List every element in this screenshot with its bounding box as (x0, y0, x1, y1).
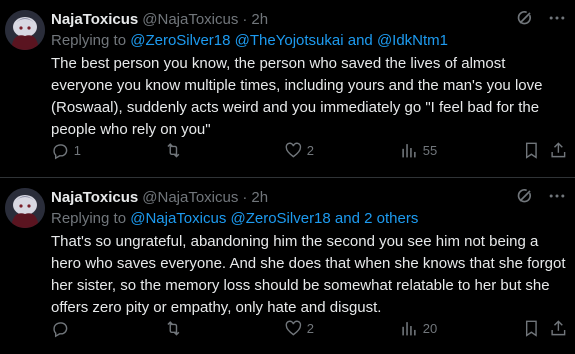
timestamp[interactable]: 2h (251, 11, 268, 28)
heart-icon (285, 320, 302, 336)
bookmark-icon (525, 320, 537, 337)
share-button[interactable] (549, 141, 568, 160)
more-icon[interactable] (547, 8, 567, 28)
reply-icon (53, 322, 68, 338)
timestamp[interactable]: 2h (251, 189, 268, 206)
replying-to-label: Replying to (51, 32, 127, 49)
like-button[interactable]: 2 (284, 141, 314, 160)
bookmark-button[interactable] (522, 319, 541, 338)
views-button[interactable]: 20 (400, 319, 437, 338)
avatar[interactable] (5, 188, 45, 228)
view-count: 20 (422, 320, 438, 336)
views-icon (402, 144, 416, 158)
tweet-text: That's so ungrateful, abandoning him the… (51, 233, 566, 316)
separator-dot: · (242, 10, 248, 28)
replying-to: Replying to @NajaToxicus @ZeroSilver18 a… (51, 208, 567, 230)
avatar[interactable] (5, 10, 45, 50)
reply-button[interactable] (51, 319, 74, 338)
share-icon (551, 142, 566, 158)
bookmark-icon (525, 142, 537, 159)
reply-icon (53, 144, 68, 160)
reply-count: 1 (73, 142, 81, 158)
tweet-actions: 1 2 55 (51, 141, 567, 161)
share-icon (551, 320, 566, 336)
display-name[interactable]: NajaToxicus (51, 11, 138, 28)
like-button[interactable]: 2 (284, 319, 314, 338)
tweet-header: NajaToxicus @NajaToxicus · 2h (51, 8, 567, 30)
like-count: 2 (306, 142, 314, 158)
mention-link[interactable]: @ZeroSilver18 (130, 32, 230, 49)
like-count: 2 (306, 320, 314, 336)
retweet-icon (167, 143, 180, 158)
retweet-button[interactable] (164, 319, 187, 338)
tweet-header: NajaToxicus @NajaToxicus · 2h (51, 186, 567, 208)
views-button[interactable]: 55 (400, 141, 437, 160)
reply-button[interactable]: 1 (51, 141, 81, 160)
retweet-button[interactable] (164, 141, 187, 160)
grok-icon[interactable] (515, 8, 535, 28)
user-handle[interactable]: @NajaToxicus (142, 11, 238, 28)
tweet[interactable]: NajaToxicus @NajaToxicus · 2h Replying t… (0, 177, 575, 354)
mention-link[interactable]: @ZeroSilver18 (230, 210, 330, 227)
and-label[interactable]: and (348, 32, 373, 49)
replying-to-label: Replying to (51, 210, 127, 227)
retweet-icon (167, 321, 180, 336)
views-icon (402, 322, 416, 336)
separator-dot: · (242, 188, 248, 206)
tweet-text: The best person you know, the person who… (51, 55, 543, 138)
share-button[interactable] (549, 319, 568, 338)
display-name[interactable]: NajaToxicus (51, 189, 138, 206)
mention-link[interactable]: @IdkNtm1 (377, 32, 448, 49)
view-count: 55 (422, 142, 438, 158)
replying-to: Replying to @ZeroSilver18 @TheYojotsukai… (51, 30, 567, 52)
bookmark-button[interactable] (522, 141, 541, 160)
heart-icon (285, 142, 302, 158)
tweet-actions: 2 20 (51, 319, 567, 339)
grok-icon[interactable] (515, 186, 535, 206)
more-icon[interactable] (547, 186, 567, 206)
others-link[interactable]: and 2 others (335, 210, 418, 227)
mention-link[interactable]: @NajaToxicus (130, 210, 226, 227)
user-handle[interactable]: @NajaToxicus (142, 189, 238, 206)
tweet[interactable]: NajaToxicus @NajaToxicus · 2h Replying t… (0, 0, 575, 177)
mention-link[interactable]: @TheYojotsukai (235, 32, 344, 49)
